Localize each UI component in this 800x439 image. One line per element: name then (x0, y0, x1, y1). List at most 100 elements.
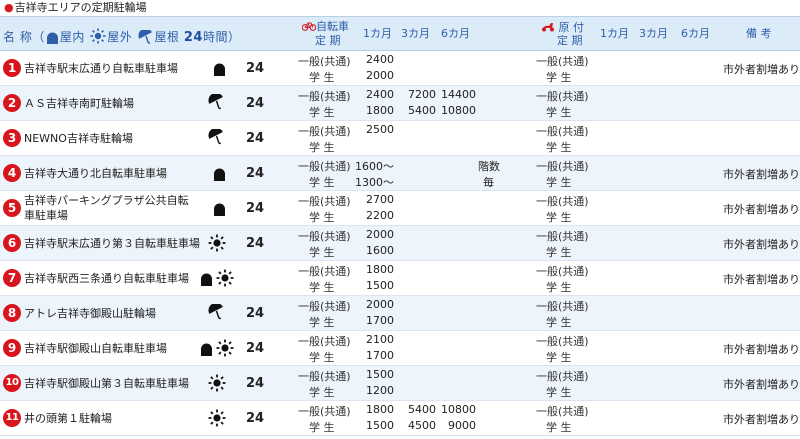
general-price: 14400 (441, 88, 476, 101)
student-label: 学 生 (309, 246, 335, 259)
moped-header-sub: 定 期 (557, 34, 583, 47)
parking-name: 吉祥寺駅御殿山自転車駐車場 (24, 342, 167, 355)
table-row: 5 吉祥寺パーキングプラザ公共自転車駐車場 24 一般(共通) 学 生 2700 2200 一… (0, 191, 800, 226)
parking-name: 吉祥寺駅御殿山第３自転車駐車場 (24, 377, 189, 390)
general-label: 一般(共通) (298, 405, 351, 418)
bicycle-icon (301, 20, 317, 33)
student-label: 学 生 (309, 316, 335, 329)
col-1month: 1カ月 (363, 27, 392, 40)
moped-general-label: 一般(共通) (536, 90, 589, 103)
table-row: 4 吉祥寺大通り北自転車駐車場 24 一般(共通) 学 生 1600～ 1300～ 階数毎 一般… (0, 156, 800, 191)
indoor-icon (200, 342, 213, 359)
hours-24-label: 24 (246, 376, 265, 391)
moped-student-label: 学 生 (546, 246, 572, 259)
remarks-note: 市外者割増あり (723, 168, 800, 181)
moped-student-label: 学 生 (546, 316, 572, 329)
general-price: 2400 (366, 53, 394, 66)
remarks-note: 市外者割増あり (723, 343, 800, 356)
moped-student-label: 学 生 (546, 71, 572, 84)
floor-note-suffix: 毎 (483, 176, 494, 189)
student-label: 学 生 (309, 386, 335, 399)
col-remarks: 備 考 (746, 27, 772, 40)
general-price: 1800 (366, 263, 394, 276)
student-label: 学 生 (309, 351, 335, 364)
table-row: 6 吉祥寺駅末広通り第３自転車駐車場 24 一般(共通) 学 生 2000 1600 一般(共… (0, 226, 800, 261)
moped-student-label: 学 生 (546, 211, 572, 224)
moped-general-label: 一般(共通) (536, 55, 589, 68)
general-price: 2700 (366, 193, 394, 206)
general-label: 一般(共通) (298, 230, 351, 243)
student-label: 学 生 (309, 421, 335, 434)
table-row: 8 アトレ吉祥寺御殿山駐輪場 24 一般(共通) 学 生 2000 1700 一般(共通) 学 … (0, 296, 800, 331)
moped-general-label: 一般(共通) (536, 125, 589, 138)
row-number-badge: 4 (3, 164, 21, 182)
parking-name: ＡＳ吉祥寺南町駐輪場 (24, 97, 134, 110)
row-number-badge: 11 (3, 409, 21, 427)
sun-icon (216, 269, 234, 290)
moped-student-label: 学 生 (546, 281, 572, 294)
student-price: 5400 (408, 104, 436, 117)
col-3month: 3カ月 (401, 27, 430, 40)
sun-icon (208, 374, 226, 395)
student-price: 1300～ (355, 176, 394, 189)
hours-24-label: 24 (246, 166, 265, 181)
page-title: ●吉祥寺エリアの定期駐輪場 (4, 1, 147, 14)
table-row: 11 井の頭第１駐輪場 24 一般(共通) 学 生 1800 5400 10800 1500 45… (0, 401, 800, 436)
remarks-note: 市外者割増あり (723, 273, 800, 286)
umbrella-icon (208, 302, 225, 323)
student-price: 2200 (366, 209, 394, 222)
parking-name: 吉祥寺駅末広通り第３自転車駐車場 (24, 237, 200, 250)
col-1month-moped: 1カ月 (600, 27, 629, 40)
col-3month-moped: 3カ月 (639, 27, 668, 40)
general-label: 一般(共通) (298, 90, 351, 103)
moped-general-label: 一般(共通) (536, 160, 589, 173)
hours-24-label: 24 (246, 96, 265, 111)
general-price: 1500 (366, 368, 394, 381)
general-price: 5400 (408, 403, 436, 416)
student-price: 10800 (441, 104, 476, 117)
student-label: 学 生 (309, 71, 335, 84)
remarks-note: 市外者割増あり (723, 378, 800, 391)
student-price: 1500 (366, 279, 394, 292)
student-price: 9000 (448, 419, 476, 432)
general-price: 2100 (366, 333, 394, 346)
general-label: 一般(共通) (298, 300, 351, 313)
general-label: 一般(共通) (298, 370, 351, 383)
row-number-badge: 5 (3, 199, 21, 217)
moped-general-label: 一般(共通) (536, 405, 589, 418)
indoor-icon (213, 62, 226, 79)
table-header: 名 称（ 屋内 屋外 屋根 24時間） 自転車 定 期 1カ月 3カ月 6カ月 原… (0, 16, 800, 51)
row-number-badge: 8 (3, 304, 21, 322)
moped-student-label: 学 生 (546, 351, 572, 364)
moped-general-label: 一般(共通) (536, 370, 589, 383)
student-label: 学 生 (309, 176, 335, 189)
bicycle-header: 自転車 (301, 20, 349, 33)
row-number-badge: 3 (3, 129, 21, 147)
hours-24-label: 24 (246, 61, 265, 76)
table-row: 9 吉祥寺駅御殿山自転車駐車場 24 一般(共通) 学 生 2100 1700 一般(共通) 学… (0, 331, 800, 366)
general-price: 2500 (366, 123, 394, 136)
parking-name: 井の頭第１駐輪場 (24, 412, 112, 425)
general-price: 2400 (366, 88, 394, 101)
moped-student-label: 学 生 (546, 176, 572, 189)
header-name-legend: 名 称（ 屋内 屋外 屋根 24時間） (3, 28, 241, 46)
indoor-icon (46, 32, 59, 46)
general-price: 1600～ (355, 160, 394, 173)
umbrella-icon (138, 28, 154, 46)
parking-name: 吉祥寺パーキングプラザ公共自転車駐車場 (24, 194, 189, 222)
moped-general-label: 一般(共通) (536, 265, 589, 278)
general-label: 一般(共通) (298, 195, 351, 208)
hours-24-label: 24 (246, 306, 265, 321)
remarks-note: 市外者割増あり (723, 63, 800, 76)
sun-icon (216, 339, 234, 360)
student-price: 1500 (366, 419, 394, 432)
student-price: 4500 (408, 419, 436, 432)
bullet-icon: ● (4, 1, 14, 14)
table-row: 10 吉祥寺駅御殿山第３自転車駐車場 24 一般(共通) 学 生 1500 1200 一般(共… (0, 366, 800, 401)
floor-note: 階数 (478, 160, 500, 173)
student-label: 学 生 (309, 141, 335, 154)
indoor-icon (213, 202, 226, 219)
parking-name: 吉祥寺駅西三条通り自転車駐車場 (24, 272, 189, 285)
row-number-badge: 7 (3, 269, 21, 287)
umbrella-icon (208, 92, 225, 113)
